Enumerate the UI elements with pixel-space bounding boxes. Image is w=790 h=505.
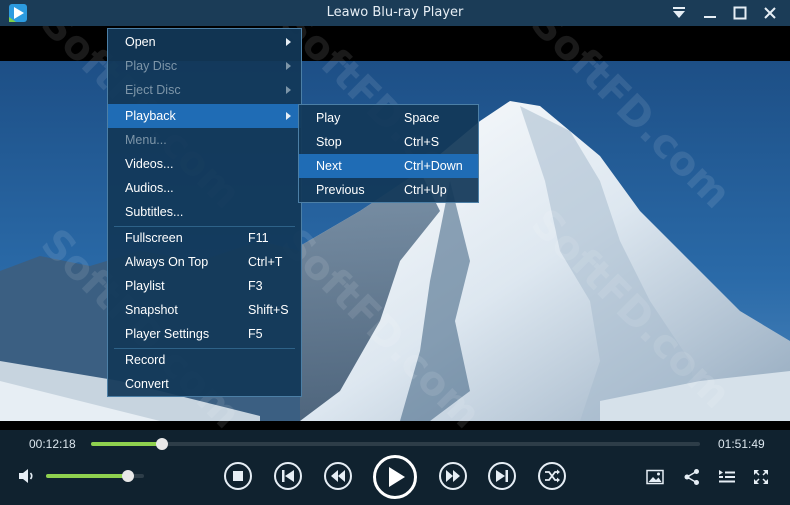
volume-button[interactable] xyxy=(16,466,38,486)
menu-item-label: Fullscreen xyxy=(125,231,183,245)
menu-item-player-settings[interactable]: Player Settings F5 xyxy=(108,322,301,346)
menu-item-convert[interactable]: Convert xyxy=(108,372,301,396)
skip-next-icon xyxy=(488,462,516,490)
volume-slider-handle[interactable] xyxy=(122,470,135,482)
forward-button[interactable] xyxy=(437,461,469,491)
maximize-button[interactable] xyxy=(725,0,755,26)
shuffle-icon xyxy=(538,462,566,490)
submenu-arrow-icon xyxy=(286,86,291,94)
menu-item-playback[interactable]: Playback xyxy=(108,104,301,128)
shuffle-button[interactable] xyxy=(537,461,567,491)
seek-bar[interactable] xyxy=(91,438,700,450)
menu-item-shortcut: Ctrl+Down xyxy=(404,159,463,173)
volume-slider[interactable] xyxy=(46,470,144,482)
snapshot-button[interactable] xyxy=(644,467,666,487)
menu-item-label: Playback xyxy=(125,109,176,123)
menu-item-shortcut: F5 xyxy=(248,327,263,341)
play-button[interactable] xyxy=(372,454,418,500)
menu-item-label: Playlist xyxy=(125,279,165,293)
menu-item-eject-disc[interactable]: Eject Disc xyxy=(108,78,301,102)
control-bar: 00:12:18 01:51:49 xyxy=(0,430,790,505)
menu-item-label: Next xyxy=(316,159,342,173)
submenu-arrow-icon xyxy=(286,38,291,46)
menu-item-always-on-top[interactable]: Always On Top Ctrl+T xyxy=(108,250,301,274)
menu-item-snapshot[interactable]: Snapshot Shift+S xyxy=(108,298,301,322)
fullscreen-icon xyxy=(754,470,768,484)
submenu-item-stop[interactable]: Stop Ctrl+S xyxy=(299,130,478,154)
stop-icon xyxy=(224,462,252,490)
playback-submenu: Play Space Stop Ctrl+S Next Ctrl+Down Pr… xyxy=(298,104,479,203)
playlist-icon xyxy=(719,470,735,483)
menu-item-label: Play xyxy=(316,111,341,125)
share-button[interactable] xyxy=(681,467,703,487)
menu-item-open[interactable]: Open xyxy=(108,30,301,54)
menu-item-label: Menu... xyxy=(125,133,167,147)
menu-item-label: Play Disc xyxy=(125,59,178,73)
menu-item-label: Convert xyxy=(125,377,169,391)
menu-item-label: Stop xyxy=(316,135,342,149)
menu-item-shortcut: F11 xyxy=(248,231,269,245)
menu-item-record[interactable]: Record xyxy=(108,348,301,372)
image-icon xyxy=(646,469,664,485)
dropdown-menu-button[interactable] xyxy=(664,0,694,26)
skip-previous-icon xyxy=(274,462,302,490)
maximize-icon xyxy=(733,6,747,20)
rewind-button[interactable] xyxy=(322,461,354,491)
menu-item-playlist[interactable]: Playlist F3 xyxy=(108,274,301,298)
menu-item-label: Videos... xyxy=(125,157,174,171)
playlist-button[interactable] xyxy=(716,467,738,487)
menu-item-shortcut: Ctrl+T xyxy=(248,255,283,269)
close-icon xyxy=(764,7,776,19)
submenu-arrow-icon xyxy=(286,112,291,120)
menu-item-label: Snapshot xyxy=(125,303,178,317)
submenu-item-previous[interactable]: Previous Ctrl+Up xyxy=(299,178,478,202)
menu-item-shortcut: Space xyxy=(404,111,440,125)
menu-item-label: Record xyxy=(125,353,166,367)
seek-bar-fill xyxy=(91,442,163,446)
elapsed-time: 00:12:18 xyxy=(29,437,76,451)
minimize-button[interactable] xyxy=(695,0,725,26)
play-icon xyxy=(373,455,417,499)
menu-item-shortcut: Ctrl+Up xyxy=(404,183,447,197)
minimize-icon xyxy=(704,16,716,18)
close-button[interactable] xyxy=(755,0,785,26)
submenu-arrow-icon xyxy=(286,62,291,70)
title-bar[interactable]: Leawo Blu-ray Player xyxy=(0,0,790,26)
submenu-item-play[interactable]: Play Space xyxy=(299,106,478,130)
context-menu: Open Play Disc Eject Disc Playback Menu.… xyxy=(107,28,302,397)
dropdown-menu-icon xyxy=(673,7,685,18)
menu-item-label: Player Settings xyxy=(125,327,210,341)
menu-item-fullscreen[interactable]: Fullscreen F11 xyxy=(108,226,301,250)
submenu-item-next[interactable]: Next Ctrl+Down xyxy=(299,154,478,178)
menu-item-videos[interactable]: Videos... xyxy=(108,152,301,176)
fullscreen-button[interactable] xyxy=(750,467,772,487)
speaker-icon xyxy=(19,469,33,483)
menu-item-play-disc[interactable]: Play Disc xyxy=(108,54,301,78)
seek-bar-handle[interactable] xyxy=(156,438,169,450)
next-button[interactable] xyxy=(487,461,517,491)
stop-button[interactable] xyxy=(223,461,253,491)
menu-item-label: Always On Top xyxy=(125,255,209,269)
total-time: 01:51:49 xyxy=(718,437,765,451)
menu-item-label: Audios... xyxy=(125,181,174,195)
previous-button[interactable] xyxy=(273,461,303,491)
rewind-icon xyxy=(324,462,352,490)
menu-item-shortcut: Shift+S xyxy=(248,303,289,317)
menu-item-label: Eject Disc xyxy=(125,83,181,97)
menu-item-label: Open xyxy=(125,35,156,49)
menu-item-audios[interactable]: Audios... xyxy=(108,176,301,200)
menu-item-menu[interactable]: Menu... xyxy=(108,128,301,152)
menu-item-shortcut: F3 xyxy=(248,279,263,293)
menu-item-subtitles[interactable]: Subtitles... xyxy=(108,200,301,224)
volume-slider-fill xyxy=(46,474,129,478)
menu-item-label: Subtitles... xyxy=(125,205,184,219)
fast-forward-icon xyxy=(439,462,467,490)
share-icon xyxy=(684,469,699,485)
menu-item-shortcut: Ctrl+S xyxy=(404,135,440,149)
menu-item-label: Previous xyxy=(316,183,365,197)
